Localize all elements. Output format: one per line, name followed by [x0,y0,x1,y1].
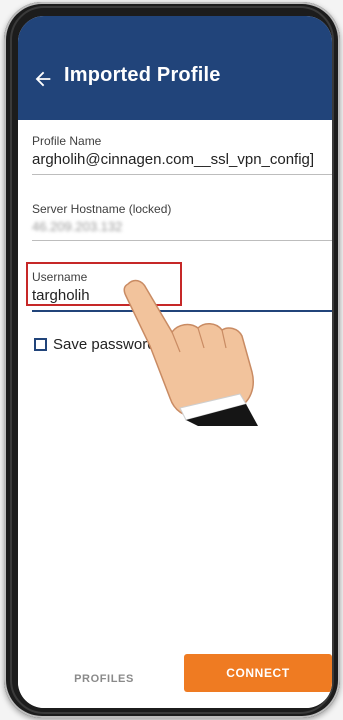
profile-name-underline [32,174,332,175]
server-hostname-value: 46.209.203.132 [32,219,123,234]
server-hostname-underline [32,240,332,241]
profiles-button[interactable]: PROFILES [54,664,154,694]
profile-name-value[interactable]: argholih@cinnagen.com__ssl_vpn_config] [32,151,332,168]
server-hostname-field: Server Hostname (locked) 46.209.203.132 [32,202,332,241]
save-password-checkbox[interactable] [34,338,47,351]
back-arrow-icon[interactable] [32,68,54,90]
profile-name-label: Profile Name [32,134,102,148]
page-title: Imported Profile [64,64,221,86]
app-bar: Imported Profile [18,16,332,120]
profile-name-field[interactable]: Profile Name argholih@cinnagen.com__ssl_… [32,134,332,175]
bottom-bar: PROFILES CONNECT [18,650,332,708]
server-hostname-label: Server Hostname (locked) [32,202,172,216]
pointing-hand-icon [123,279,258,426]
connect-button[interactable]: CONNECT [184,654,332,692]
